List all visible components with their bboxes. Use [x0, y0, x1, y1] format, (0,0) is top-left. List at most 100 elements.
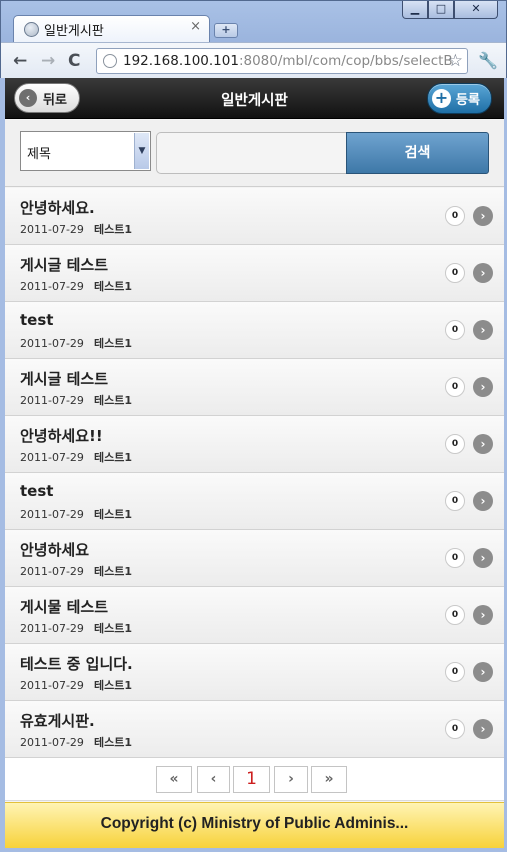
back-arrow-icon[interactable]: ←: [13, 51, 27, 71]
comment-count-badge: 0: [445, 320, 465, 340]
post-meta: 2011-07-29 테스트1: [20, 278, 132, 294]
tab-close-button[interactable]: ×: [190, 19, 201, 34]
url-text: 192.168.100.101:8080/mbl/com/cop/bbs/sel…: [123, 53, 453, 69]
search-condition-value: 제목: [27, 147, 51, 162]
post-meta: 2011-07-29 테스트1: [20, 392, 132, 408]
post-meta: 2011-07-29 테스트1: [20, 563, 132, 579]
comment-count-badge: 0: [445, 434, 465, 454]
maximize-button[interactable]: □: [428, 1, 454, 19]
comment-count-badge: 0: [445, 719, 465, 739]
list-item[interactable]: 안녕하세요. 2011-07-29 테스트1 0 ›: [5, 188, 504, 245]
post-title: 유효게시판.: [20, 712, 95, 730]
list-item[interactable]: test 2011-07-29 테스트1 0 ›: [5, 302, 504, 359]
window-controls: ▁ □ ✕: [402, 1, 498, 19]
chevron-right-icon[interactable]: ›: [473, 206, 493, 226]
post-author: 테스트1: [94, 394, 133, 407]
comment-count-badge: 0: [445, 206, 465, 226]
post-date: 2011-07-29: [20, 679, 84, 692]
comment-count-badge: 0: [445, 548, 465, 568]
post-author: 테스트1: [94, 280, 133, 293]
browser-tab[interactable]: 일반게시판 ×: [13, 15, 210, 42]
comment-count-badge: 0: [445, 491, 465, 511]
search-condition-select[interactable]: 제목 ▼: [20, 131, 151, 171]
window-close-button[interactable]: ✕: [454, 1, 498, 19]
chevron-right-icon[interactable]: ›: [473, 548, 493, 568]
search-bar: 제목 ▼ 검색: [5, 120, 504, 187]
post-author: 테스트1: [94, 508, 133, 521]
page-viewport: ‹ 뒤로 일반게시판 + 등록 제목 ▼ 검색 안녕하세요. 2011-07-29…: [5, 78, 504, 848]
post-date: 2011-07-29: [20, 280, 84, 293]
chevron-right-icon[interactable]: ›: [473, 377, 493, 397]
url-host: 192.168.100.101: [123, 53, 239, 69]
post-list: 안녕하세요. 2011-07-29 테스트1 0 › 게시글 테스트 2011-07-29 테…: [5, 188, 504, 758]
post-meta: 2011-07-29 테스트1: [20, 221, 132, 237]
post-author: 테스트1: [94, 223, 133, 236]
list-item[interactable]: 게시물 테스트 2011-07-29 테스트1 0 ›: [5, 587, 504, 644]
globe-icon: [24, 22, 39, 37]
reload-icon[interactable]: C: [68, 51, 80, 71]
post-date: 2011-07-29: [20, 622, 84, 635]
post-title: 테스트 중 입니다.: [20, 655, 133, 673]
last-page-button[interactable]: »: [311, 766, 347, 793]
plus-icon: +: [432, 89, 451, 108]
post-author: 테스트1: [94, 736, 133, 749]
post-meta: 2011-07-29 테스트1: [20, 620, 132, 636]
current-page-number[interactable]: 1: [233, 766, 270, 793]
post-title: 게시글 테스트: [20, 256, 109, 274]
post-title: 게시글 테스트: [20, 370, 109, 388]
list-item[interactable]: test 2011-07-29 테스트1 0 ›: [5, 473, 504, 530]
post-date: 2011-07-29: [20, 565, 84, 578]
chevron-right-icon[interactable]: ›: [473, 434, 493, 454]
forward-arrow-icon[interactable]: →: [41, 51, 55, 71]
chevron-right-icon[interactable]: ›: [473, 263, 493, 283]
search-input[interactable]: [156, 132, 348, 174]
post-date: 2011-07-29: [20, 736, 84, 749]
chevron-right-icon[interactable]: ›: [473, 320, 493, 340]
chevron-right-icon[interactable]: ›: [473, 491, 493, 511]
browser-window-frame: 일반게시판 × + ▁ □ ✕ ← → C 192.168.100.101:80…: [0, 0, 507, 79]
post-date: 2011-07-29: [20, 223, 84, 236]
list-item[interactable]: 안녕하세요 2011-07-29 테스트1 0 ›: [5, 530, 504, 587]
post-meta: 2011-07-29 테스트1: [20, 449, 132, 465]
app-header: ‹ 뒤로 일반게시판 + 등록: [5, 78, 504, 119]
post-meta: 2011-07-29 테스트1: [20, 506, 132, 522]
list-item[interactable]: 테스트 중 입니다. 2011-07-29 테스트1 0 ›: [5, 644, 504, 701]
post-author: 테스트1: [94, 622, 133, 635]
post-meta: 2011-07-29 테스트1: [20, 734, 132, 750]
post-author: 테스트1: [94, 451, 133, 464]
search-button[interactable]: 검색: [346, 132, 489, 174]
browser-toolbar: ← → C 192.168.100.101:8080/mbl/com/cop/b…: [1, 42, 506, 79]
minimize-button[interactable]: ▁: [402, 1, 428, 19]
chevron-down-icon[interactable]: ▼: [134, 133, 149, 169]
list-item[interactable]: 유효게시판. 2011-07-29 테스트1 0 ›: [5, 701, 504, 758]
chevron-right-icon[interactable]: ›: [473, 662, 493, 682]
post-title: 안녕하세요!!: [20, 427, 103, 445]
new-tab-button[interactable]: +: [214, 23, 238, 38]
first-page-button[interactable]: «: [156, 766, 192, 793]
post-date: 2011-07-29: [20, 508, 84, 521]
post-date: 2011-07-29: [20, 451, 84, 464]
comment-count-badge: 0: [445, 662, 465, 682]
address-bar[interactable]: 192.168.100.101:8080/mbl/com/cop/bbs/sel…: [96, 48, 468, 74]
chevron-right-icon[interactable]: ›: [473, 719, 493, 739]
url-path: :8080/mbl/com/cop/bbs/selectB: [238, 53, 453, 69]
next-page-button[interactable]: ›: [274, 766, 308, 793]
post-title: test: [20, 311, 54, 329]
register-button[interactable]: + 등록: [427, 83, 492, 114]
list-item[interactable]: 게시글 테스트 2011-07-29 테스트1 0 ›: [5, 245, 504, 302]
post-meta: 2011-07-29 테스트1: [20, 677, 132, 693]
post-date: 2011-07-29: [20, 337, 84, 350]
page-info-icon[interactable]: [103, 54, 117, 68]
post-title: 안녕하세요.: [20, 199, 95, 217]
comment-count-badge: 0: [445, 263, 465, 283]
list-item[interactable]: 안녕하세요!! 2011-07-29 테스트1 0 ›: [5, 416, 504, 473]
comment-count-badge: 0: [445, 605, 465, 625]
list-item[interactable]: 게시글 테스트 2011-07-29 테스트1 0 ›: [5, 359, 504, 416]
wrench-icon[interactable]: 🔧: [478, 51, 498, 70]
chevron-right-icon[interactable]: ›: [473, 605, 493, 625]
post-meta: 2011-07-29 테스트1: [20, 335, 132, 351]
bookmark-star-icon[interactable]: ☆: [448, 51, 463, 71]
tab-title: 일반게시판: [44, 24, 104, 39]
comment-count-badge: 0: [445, 377, 465, 397]
prev-page-button[interactable]: ‹: [197, 766, 230, 793]
